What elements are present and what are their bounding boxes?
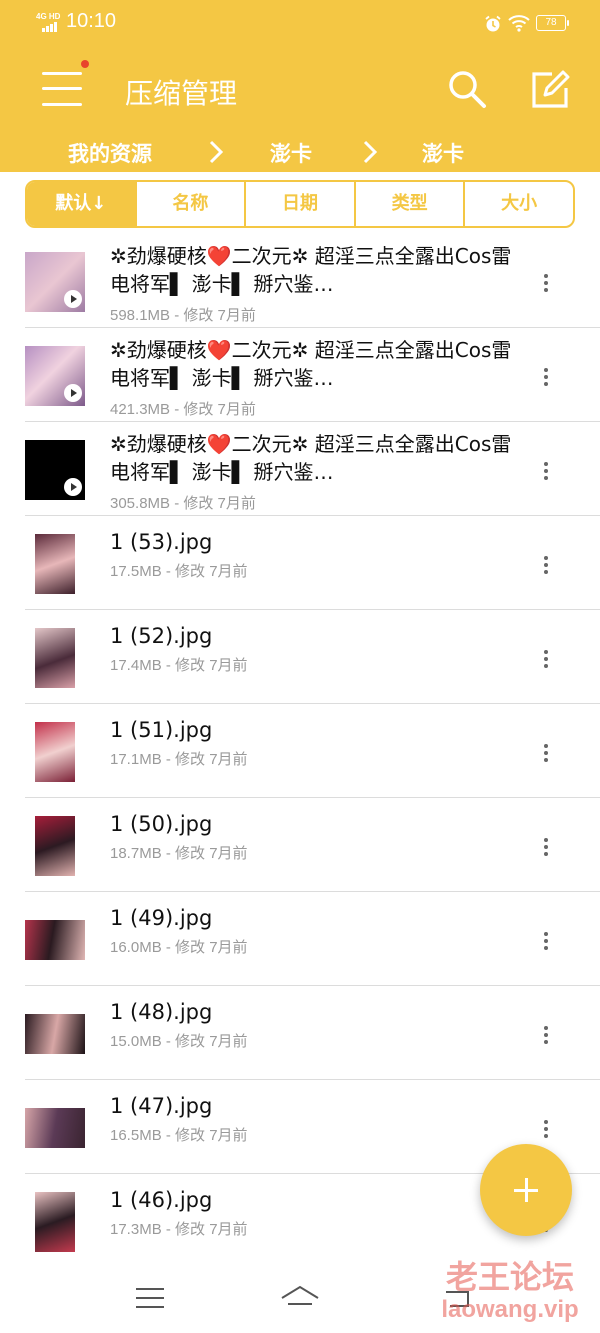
breadcrumb: 我的资源 澎卡 澎卡 bbox=[0, 134, 600, 170]
play-icon bbox=[64, 290, 82, 308]
chevron-right-icon bbox=[363, 140, 378, 164]
sort-bar: 默认↓ 名称 日期 类型 大小 bbox=[25, 180, 575, 228]
add-icon[interactable] bbox=[480, 1144, 572, 1236]
file-name: 1 (52).jpg bbox=[110, 624, 213, 648]
image-thumbnail bbox=[35, 1192, 75, 1252]
breadcrumb-item[interactable]: 澎卡 bbox=[270, 138, 312, 168]
nav-menu-icon[interactable] bbox=[136, 1288, 164, 1310]
file-meta: 15.0MB - 修改 7月前 bbox=[110, 1033, 248, 1050]
list-item[interactable]: 1 (49).jpg 16.0MB - 修改 7月前 bbox=[0, 892, 600, 986]
video-thumbnail bbox=[25, 440, 85, 500]
sort-tab-size[interactable]: 大小 bbox=[465, 182, 573, 226]
file-name: 1 (48).jpg bbox=[110, 1000, 213, 1024]
play-icon bbox=[64, 478, 82, 496]
file-name: ✲劲爆硬核❤️二次元✲ 超淫三点全露出Cos雷电将军▌ 澎卡▌ 掰穴鉴… bbox=[110, 338, 512, 390]
status-bar: 4G HD 10:10 78 bbox=[0, 0, 600, 46]
watermark: 老王论坛 laowang.vip bbox=[430, 1252, 590, 1324]
image-thumbnail bbox=[35, 628, 75, 688]
file-list: ✲劲爆硬核❤️二次元✲ 超淫三点全露出Cos雷电将军▌ 澎卡▌ 掰穴鉴… 598… bbox=[0, 234, 600, 1268]
video-thumbnail bbox=[25, 252, 85, 312]
file-meta: 18.7MB - 修改 7月前 bbox=[110, 845, 248, 862]
breadcrumb-item[interactable]: 我的资源 bbox=[68, 138, 152, 168]
image-thumbnail bbox=[35, 534, 75, 594]
file-meta: 17.4MB - 修改 7月前 bbox=[110, 657, 248, 674]
list-item[interactable]: 1 (48).jpg 15.0MB - 修改 7月前 bbox=[0, 986, 600, 1080]
list-item[interactable]: ✲劲爆硬核❤️二次元✲ 超淫三点全露出Cos雷电将军▌ 澎卡▌ 掰穴鉴… 421… bbox=[0, 328, 600, 422]
page-title: 压缩管理 bbox=[125, 77, 238, 110]
file-meta: 16.0MB - 修改 7月前 bbox=[110, 939, 248, 956]
file-name: 1 (46).jpg bbox=[110, 1188, 213, 1212]
more-vert-icon[interactable] bbox=[538, 554, 554, 576]
more-vert-icon[interactable] bbox=[538, 366, 554, 388]
video-thumbnail bbox=[25, 346, 85, 406]
network-type-label: 4G HD bbox=[36, 12, 61, 21]
file-meta: 17.3MB - 修改 7月前 bbox=[110, 1221, 248, 1238]
edit-icon[interactable] bbox=[530, 70, 570, 110]
file-name: 1 (47).jpg bbox=[110, 1094, 213, 1118]
image-thumbnail bbox=[35, 816, 75, 876]
breadcrumb-item[interactable]: 澎卡 bbox=[422, 138, 464, 168]
nav-home-icon[interactable] bbox=[280, 1284, 320, 1312]
status-icons: 78 bbox=[476, 13, 569, 33]
more-vert-icon[interactable] bbox=[538, 930, 554, 952]
more-vert-icon[interactable] bbox=[538, 1118, 554, 1140]
search-icon[interactable] bbox=[446, 68, 488, 110]
file-meta: 17.1MB - 修改 7月前 bbox=[110, 751, 248, 768]
file-meta: 305.8MB - 修改 7月前 bbox=[110, 495, 256, 512]
alarm-icon bbox=[485, 15, 501, 32]
more-vert-icon[interactable] bbox=[538, 1024, 554, 1046]
file-meta: 17.5MB - 修改 7月前 bbox=[110, 563, 248, 580]
image-thumbnail bbox=[25, 1014, 85, 1054]
more-vert-icon[interactable] bbox=[538, 272, 554, 294]
notification-dot bbox=[81, 60, 89, 68]
more-vert-icon[interactable] bbox=[538, 460, 554, 482]
sort-tab-name[interactable]: 名称 bbox=[137, 182, 247, 226]
file-name: ✲劲爆硬核❤️二次元✲ 超淫三点全露出Cos雷电将军▌ 澎卡▌ 掰穴鉴… bbox=[110, 244, 512, 296]
battery-icon: 78 bbox=[536, 15, 569, 31]
file-meta: 16.5MB - 修改 7月前 bbox=[110, 1127, 248, 1144]
file-name: 1 (53).jpg bbox=[110, 530, 213, 554]
wifi-icon bbox=[508, 15, 530, 32]
sort-tab-type[interactable]: 类型 bbox=[356, 182, 466, 226]
image-thumbnail bbox=[25, 1108, 85, 1148]
play-icon bbox=[64, 384, 82, 402]
file-meta: 598.1MB - 修改 7月前 bbox=[110, 307, 256, 324]
file-name: 1 (51).jpg bbox=[110, 718, 213, 742]
more-vert-icon[interactable] bbox=[538, 742, 554, 764]
list-item[interactable]: 1 (53).jpg 17.5MB - 修改 7月前 bbox=[0, 516, 600, 610]
list-item[interactable]: ✲劲爆硬核❤️二次元✲ 超淫三点全露出Cos雷电将军▌ 澎卡▌ 掰穴鉴… 305… bbox=[0, 422, 600, 516]
file-name: 1 (49).jpg bbox=[110, 906, 213, 930]
watermark-url: laowang.vip bbox=[441, 1296, 579, 1323]
file-name: ✲劲爆硬核❤️二次元✲ 超淫三点全露出Cos雷电将军▌ 澎卡▌ 掰穴鉴… bbox=[110, 432, 512, 484]
network-signal-icon: 4G HD bbox=[36, 12, 62, 32]
image-thumbnail bbox=[25, 920, 85, 960]
list-item[interactable]: 1 (52).jpg 17.4MB - 修改 7月前 bbox=[0, 610, 600, 704]
file-name: 1 (50).jpg bbox=[110, 812, 213, 836]
list-item[interactable]: 1 (50).jpg 18.7MB - 修改 7月前 bbox=[0, 798, 600, 892]
watermark-title: 老王论坛 bbox=[445, 1258, 574, 1296]
list-item[interactable]: 1 (51).jpg 17.1MB - 修改 7月前 bbox=[0, 704, 600, 798]
chevron-right-icon bbox=[209, 140, 224, 164]
sort-tab-date[interactable]: 日期 bbox=[246, 182, 356, 226]
list-item[interactable]: ✲劲爆硬核❤️二次元✲ 超淫三点全露出Cos雷电将军▌ 澎卡▌ 掰穴鉴… 598… bbox=[0, 234, 600, 328]
file-meta: 421.3MB - 修改 7月前 bbox=[110, 401, 256, 418]
status-time: 10:10 bbox=[66, 10, 117, 32]
app-header: 4G HD 10:10 78 压缩管理 我的资源 澎卡 澎卡 bbox=[0, 0, 600, 172]
menu-button[interactable] bbox=[42, 60, 89, 108]
more-vert-icon[interactable] bbox=[538, 836, 554, 858]
image-thumbnail bbox=[35, 722, 75, 782]
sort-tab-default[interactable]: 默认↓ bbox=[27, 182, 137, 226]
more-vert-icon[interactable] bbox=[538, 648, 554, 670]
